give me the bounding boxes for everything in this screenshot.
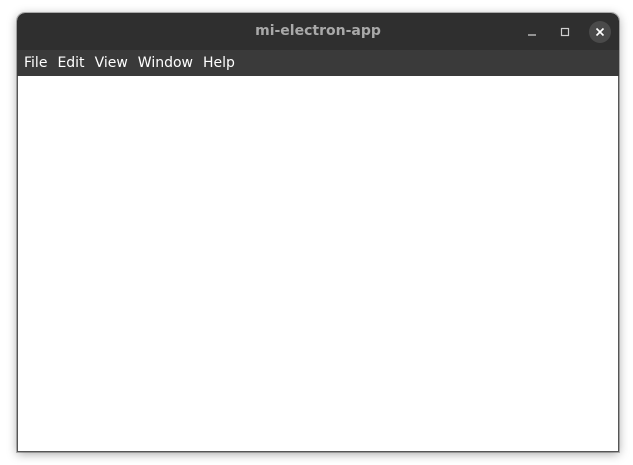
close-button[interactable] (589, 21, 611, 43)
menu-view[interactable]: View (90, 50, 133, 76)
app-window: mi-electron-app File Edit View Window He… (17, 13, 619, 452)
content-area (17, 76, 619, 452)
menu-file[interactable]: File (19, 50, 52, 76)
menu-window[interactable]: Window (133, 50, 198, 76)
menu-help[interactable]: Help (198, 50, 240, 76)
title-bar[interactable]: mi-electron-app (17, 13, 619, 50)
menu-edit[interactable]: Edit (52, 50, 89, 76)
maximize-button[interactable] (554, 21, 576, 43)
maximize-icon (560, 27, 570, 37)
menu-bar: File Edit View Window Help (17, 50, 619, 76)
close-icon (595, 27, 605, 37)
minimize-button[interactable] (521, 21, 543, 43)
minimize-icon (528, 34, 536, 36)
